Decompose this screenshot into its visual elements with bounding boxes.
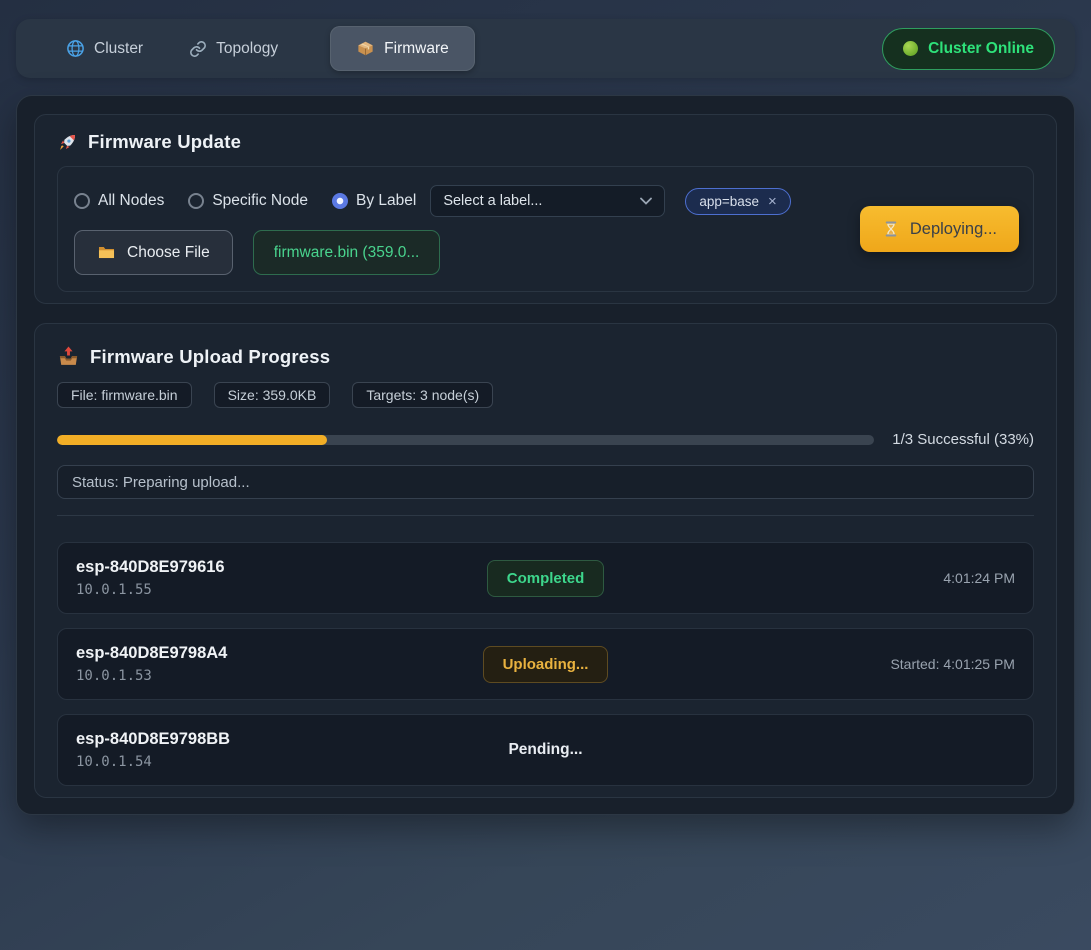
rocket-icon <box>57 132 78 153</box>
node-row: esp-840D8E9798BB 10.0.1.54 Pending... <box>57 714 1034 786</box>
node-name: esp-840D8E9798A4 <box>76 644 407 663</box>
card-title-text: Firmware Update <box>88 131 241 153</box>
radio-circle[interactable] <box>188 193 204 209</box>
radio-by-label[interactable]: By Label <box>332 192 416 210</box>
upload-progress-card: Firmware Upload Progress File: firmware.… <box>34 323 1057 798</box>
file-name-badge: File: firmware.bin <box>57 382 192 408</box>
radio-label: By Label <box>356 192 416 210</box>
selected-file-chip[interactable]: firmware.bin (359.0... <box>253 230 441 275</box>
upload-tray-icon <box>57 345 80 368</box>
status-badge: Completed <box>487 560 605 597</box>
node-status-cell: Uploading... <box>407 646 683 683</box>
status-line-text: Status: Preparing upload... <box>72 474 250 491</box>
label-tag: app=base × <box>685 188 790 215</box>
node-status-cell: Pending... <box>407 732 683 768</box>
node-info: esp-840D8E9798A4 10.0.1.53 <box>76 644 407 684</box>
radio-circle[interactable] <box>74 193 90 209</box>
main-panel: Firmware Update All Nodes Specific Node … <box>16 95 1075 815</box>
node-time: Started: 4:01:25 PM <box>684 656 1015 672</box>
radio-specific-node[interactable]: Specific Node <box>188 192 308 210</box>
page: Cluster Topology Firmware Cluster Online <box>0 0 1091 950</box>
tab-label: Firmware <box>384 40 449 58</box>
choose-file-label: Choose File <box>127 244 210 262</box>
tab-label: Topology <box>216 40 278 58</box>
radio-all-nodes[interactable]: All Nodes <box>74 192 164 210</box>
node-ip: 10.0.1.54 <box>76 754 407 770</box>
status-badge: Uploading... <box>483 646 609 683</box>
label-select-placeholder: Select a label... <box>443 193 542 209</box>
tab-label: Cluster <box>94 40 143 58</box>
deploy-button-label: Deploying... <box>910 220 997 239</box>
node-name: esp-840D8E979616 <box>76 558 407 577</box>
node-status-cell: Completed <box>407 560 683 597</box>
cluster-status-badge: Cluster Online <box>882 28 1055 70</box>
card-title-text: Firmware Upload Progress <box>90 346 330 368</box>
radio-label: All Nodes <box>98 192 164 210</box>
node-info: esp-840D8E9798BB 10.0.1.54 <box>76 730 407 770</box>
top-nav: Cluster Topology Firmware Cluster Online <box>16 19 1075 78</box>
chevron-down-icon <box>640 197 652 205</box>
node-info: esp-840D8E979616 10.0.1.55 <box>76 558 407 598</box>
tab-topology[interactable]: Topology <box>173 30 294 68</box>
hourglass-icon <box>882 220 900 238</box>
progress-fill <box>57 435 327 445</box>
node-name: esp-840D8E9798BB <box>76 730 407 749</box>
remove-tag-button[interactable]: × <box>768 193 777 210</box>
globe-icon <box>66 39 85 58</box>
node-ip: 10.0.1.53 <box>76 668 407 684</box>
choose-file-button[interactable]: Choose File <box>74 230 233 275</box>
node-time: 4:01:24 PM <box>684 570 1015 586</box>
status-line: Status: Preparing upload... <box>57 465 1034 499</box>
deploy-button[interactable]: Deploying... <box>860 206 1019 252</box>
node-ip: 10.0.1.55 <box>76 582 407 598</box>
update-form: All Nodes Specific Node By Label Select … <box>57 166 1034 292</box>
node-row: esp-840D8E9798A4 10.0.1.53 Uploading... … <box>57 628 1034 700</box>
package-icon <box>356 39 375 58</box>
divider <box>57 515 1034 516</box>
firmware-update-title: Firmware Update <box>57 131 1034 153</box>
file-size-badge: Size: 359.0KB <box>214 382 331 408</box>
folder-icon <box>97 243 116 262</box>
progress-bar <box>57 435 874 445</box>
label-select[interactable]: Select a label... <box>430 185 665 217</box>
firmware-update-card: Firmware Update All Nodes Specific Node … <box>34 114 1057 304</box>
progress-label: 1/3 Successful (33%) <box>892 431 1034 448</box>
progress-row: 1/3 Successful (33%) <box>57 431 1034 448</box>
node-list: esp-840D8E979616 10.0.1.55 Completed 4:0… <box>57 542 1034 786</box>
selected-file-label: firmware.bin (359.0... <box>274 244 420 262</box>
upload-progress-title: Firmware Upload Progress <box>57 345 1034 368</box>
node-row: esp-840D8E979616 10.0.1.55 Completed 4:0… <box>57 542 1034 614</box>
link-icon <box>189 40 207 58</box>
upload-meta-row: File: firmware.bin Size: 359.0KB Targets… <box>57 382 1034 408</box>
status-badge: Pending... <box>508 732 582 768</box>
green-dot-icon <box>903 41 918 56</box>
tab-cluster[interactable]: Cluster <box>50 29 159 68</box>
targets-badge: Targets: 3 node(s) <box>352 382 493 408</box>
radio-circle[interactable] <box>332 193 348 209</box>
tab-firmware[interactable]: Firmware <box>330 26 475 71</box>
radio-label: Specific Node <box>212 192 308 210</box>
cluster-status-label: Cluster Online <box>928 40 1034 58</box>
label-tag-text: app=base <box>699 194 759 209</box>
